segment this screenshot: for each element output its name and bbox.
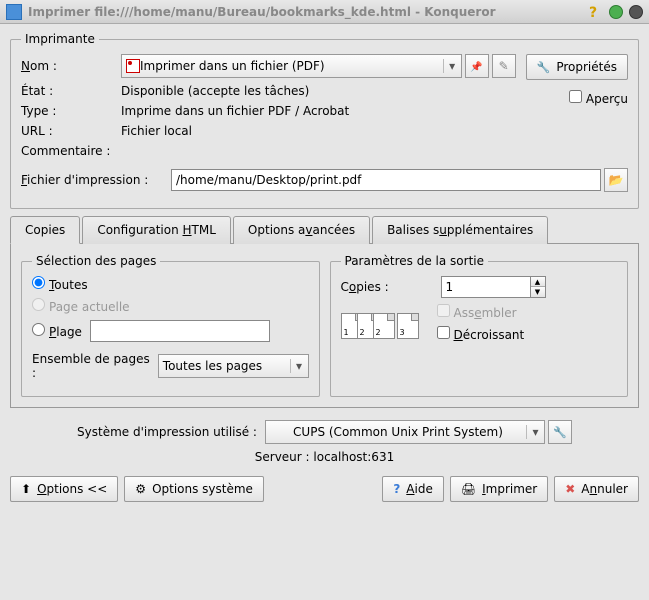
filter-button[interactable] [465, 54, 489, 78]
printer-group: Imprimante Nom : Imprimer dans un fichie… [10, 32, 639, 209]
page-set-label: Ensemble de pages : [32, 352, 150, 380]
system-options-button[interactable]: ⚙Options système [124, 476, 264, 502]
wand-icon [499, 59, 509, 73]
pin-icon [470, 59, 482, 73]
print-system-label: Système d'impression utilisé : [77, 425, 257, 439]
wrench-icon [537, 60, 551, 74]
cancel-icon: ✖ [565, 482, 575, 496]
gear-icon: ⚙ [135, 482, 146, 496]
output-file-input[interactable] [171, 169, 601, 191]
window-title: Imprimer file:///home/manu/Bureau/bookma… [28, 5, 589, 19]
chevron-down-icon: ▾ [443, 59, 457, 73]
arrow-up-icon: ⬆ [21, 482, 31, 496]
wizard-button[interactable] [492, 54, 516, 78]
server-info: Serveur : localhost:631 [10, 450, 639, 464]
output-params-legend: Paramètres de la sortie [341, 254, 489, 268]
collate-checkbox-label: Assembler [437, 304, 517, 320]
preview-checkbox-label[interactable]: Aperçu [569, 90, 628, 106]
pages-range-radio[interactable] [32, 323, 45, 336]
printer-icon: 🖨 [461, 482, 476, 496]
reverse-checkbox[interactable] [437, 326, 450, 339]
copies-up[interactable]: ▲ [531, 277, 545, 287]
tab-container: Copies Configuration HTML Options avancé… [10, 215, 639, 408]
copies-down[interactable]: ▼ [531, 287, 545, 297]
print-system-config-button[interactable] [548, 420, 572, 444]
browse-file-button[interactable] [604, 168, 628, 192]
type-value: Imprime dans un fichier PDF / Acrobat [121, 104, 516, 118]
cancel-button[interactable]: ✖Annuler [554, 476, 639, 502]
close-button[interactable] [629, 5, 643, 19]
copies-input[interactable] [441, 276, 531, 298]
pages-range-radio-label[interactable]: Plage [32, 323, 82, 339]
options-toggle-button[interactable]: ⬆Options << [10, 476, 118, 502]
chevron-down-icon: ▾ [526, 425, 540, 439]
printer-legend: Imprimante [21, 32, 99, 46]
name-label: N [21, 59, 30, 73]
pdf-icon [126, 59, 140, 73]
properties-button[interactable]: Propriétés [526, 54, 628, 80]
page-selection-legend: Sélection des pages [32, 254, 160, 268]
help-button[interactable]: ?Aide [382, 476, 444, 502]
state-value: Disponible (accepte les tâches) [121, 84, 516, 98]
print-system-combo[interactable]: CUPS (Common Unix Print System) ▾ [265, 420, 545, 444]
pages-current-radio [32, 298, 45, 311]
state-label: État : [21, 84, 121, 98]
titlebar: Imprimer file:///home/manu/Bureau/bookma… [0, 0, 649, 24]
tab-extra-tags[interactable]: Balises supplémentaires [372, 216, 548, 244]
printer-name-value: Imprimer dans un fichier (PDF) [140, 59, 443, 73]
pages-current-radio-label: Page actuelle [32, 298, 130, 314]
output-params-group: Paramètres de la sortie Copies : ▲▼ 1 2 … [330, 254, 629, 397]
help-icon: ? [393, 482, 400, 496]
folder-icon [609, 173, 624, 187]
printer-name-combo[interactable]: Imprimer dans un fichier (PDF) ▾ [121, 54, 462, 78]
url-label: URL : [21, 124, 121, 138]
minimize-button[interactable] [609, 5, 623, 19]
wrench-icon [553, 425, 567, 439]
comment-label: Commentaire : [21, 144, 121, 158]
page-selection-group: Sélection des pages Toutes Page actuelle… [21, 254, 320, 397]
collate-preview: 1 2 2 3 [341, 313, 419, 339]
pages-all-radio[interactable] [32, 276, 45, 289]
pages-all-radio-label[interactable]: Toutes [32, 276, 88, 292]
help-icon[interactable]: ? [589, 5, 603, 19]
app-icon [6, 4, 22, 20]
tab-copies[interactable]: Copies [10, 216, 80, 244]
url-value: Fichier local [121, 124, 516, 138]
collate-checkbox [437, 304, 450, 317]
page-set-combo[interactable]: Toutes les pages ▾ [158, 354, 309, 378]
type-label: Type : [21, 104, 121, 118]
print-button[interactable]: 🖨Imprimer [450, 476, 548, 502]
preview-checkbox[interactable] [569, 90, 582, 103]
reverse-checkbox-label[interactable]: Décroissant [437, 326, 525, 342]
tab-html-config[interactable]: Configuration HTML [82, 216, 231, 244]
chevron-down-icon: ▾ [290, 359, 304, 373]
pages-range-input[interactable] [90, 320, 270, 342]
tab-advanced[interactable]: Options avancées [233, 216, 370, 244]
